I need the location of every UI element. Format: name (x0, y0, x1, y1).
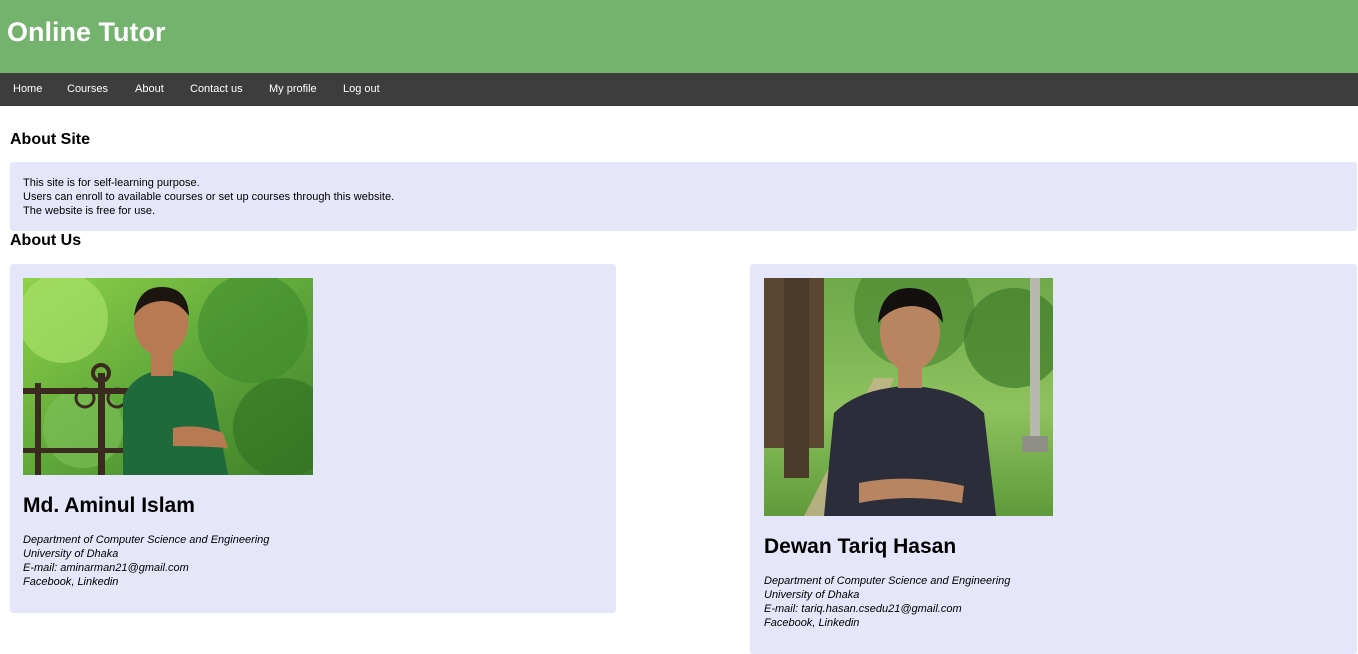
member-university: University of Dhaka (764, 589, 860, 601)
member-info: Department of Computer Science and Engin… (764, 574, 1010, 630)
about-site-line: The website is free for use. (23, 205, 156, 217)
member-photo-image (764, 278, 1053, 516)
nav-contact-us[interactable]: Contact us (190, 73, 243, 106)
site-title: Online Tutor (7, 17, 166, 47)
member-card: Dewan Tariq Hasan Department of Computer… (750, 264, 1357, 654)
member-department: Department of Computer Science and Engin… (23, 534, 270, 546)
member-university: University of Dhaka (23, 548, 119, 560)
member-name: Md. Aminul Islam (23, 494, 195, 517)
nav-my-profile[interactable]: My profile (269, 73, 317, 106)
member-social-links: Facebook, Linkedin (23, 575, 269, 589)
site-header: Online Tutor (0, 0, 1358, 73)
member-card: Md. Aminul Islam Department of Computer … (10, 264, 616, 613)
about-site-line: This site is for self-learning purpose. (23, 177, 200, 189)
member-social-links: Facebook, Linkedin (764, 616, 1010, 630)
member-email: E-mail: aminarman21@gmail.com (23, 562, 189, 574)
about-site-heading: About Site (10, 131, 90, 148)
member-email: E-mail: tariq.hasan.csedu21@gmail.com (764, 603, 962, 615)
facebook-link[interactable]: Facebook (764, 617, 812, 629)
nav-bar: Home Courses About Contact us My profile… (0, 73, 1358, 106)
nav-log-out[interactable]: Log out (343, 73, 380, 106)
facebook-link[interactable]: Facebook (23, 576, 71, 588)
member-photo-image (23, 278, 313, 475)
member-info: Department of Computer Science and Engin… (23, 533, 269, 589)
nav-courses[interactable]: Courses (67, 73, 108, 106)
linkedin-link[interactable]: Linkedin (818, 617, 859, 629)
member-department: Department of Computer Science and Engin… (764, 575, 1011, 587)
member-photo (764, 278, 1053, 516)
nav-home[interactable]: Home (13, 73, 42, 106)
about-site-text: This site is for self-learning purpose. … (23, 176, 394, 218)
member-photo (23, 278, 313, 475)
linkedin-link[interactable]: Linkedin (77, 576, 118, 588)
about-site-line: Users can enroll to available courses or… (23, 191, 395, 203)
about-us-heading: About Us (10, 232, 82, 249)
about-site-panel: This site is for self-learning purpose. … (10, 162, 1357, 231)
member-name: Dewan Tariq Hasan (764, 535, 957, 558)
nav-about[interactable]: About (135, 73, 164, 106)
